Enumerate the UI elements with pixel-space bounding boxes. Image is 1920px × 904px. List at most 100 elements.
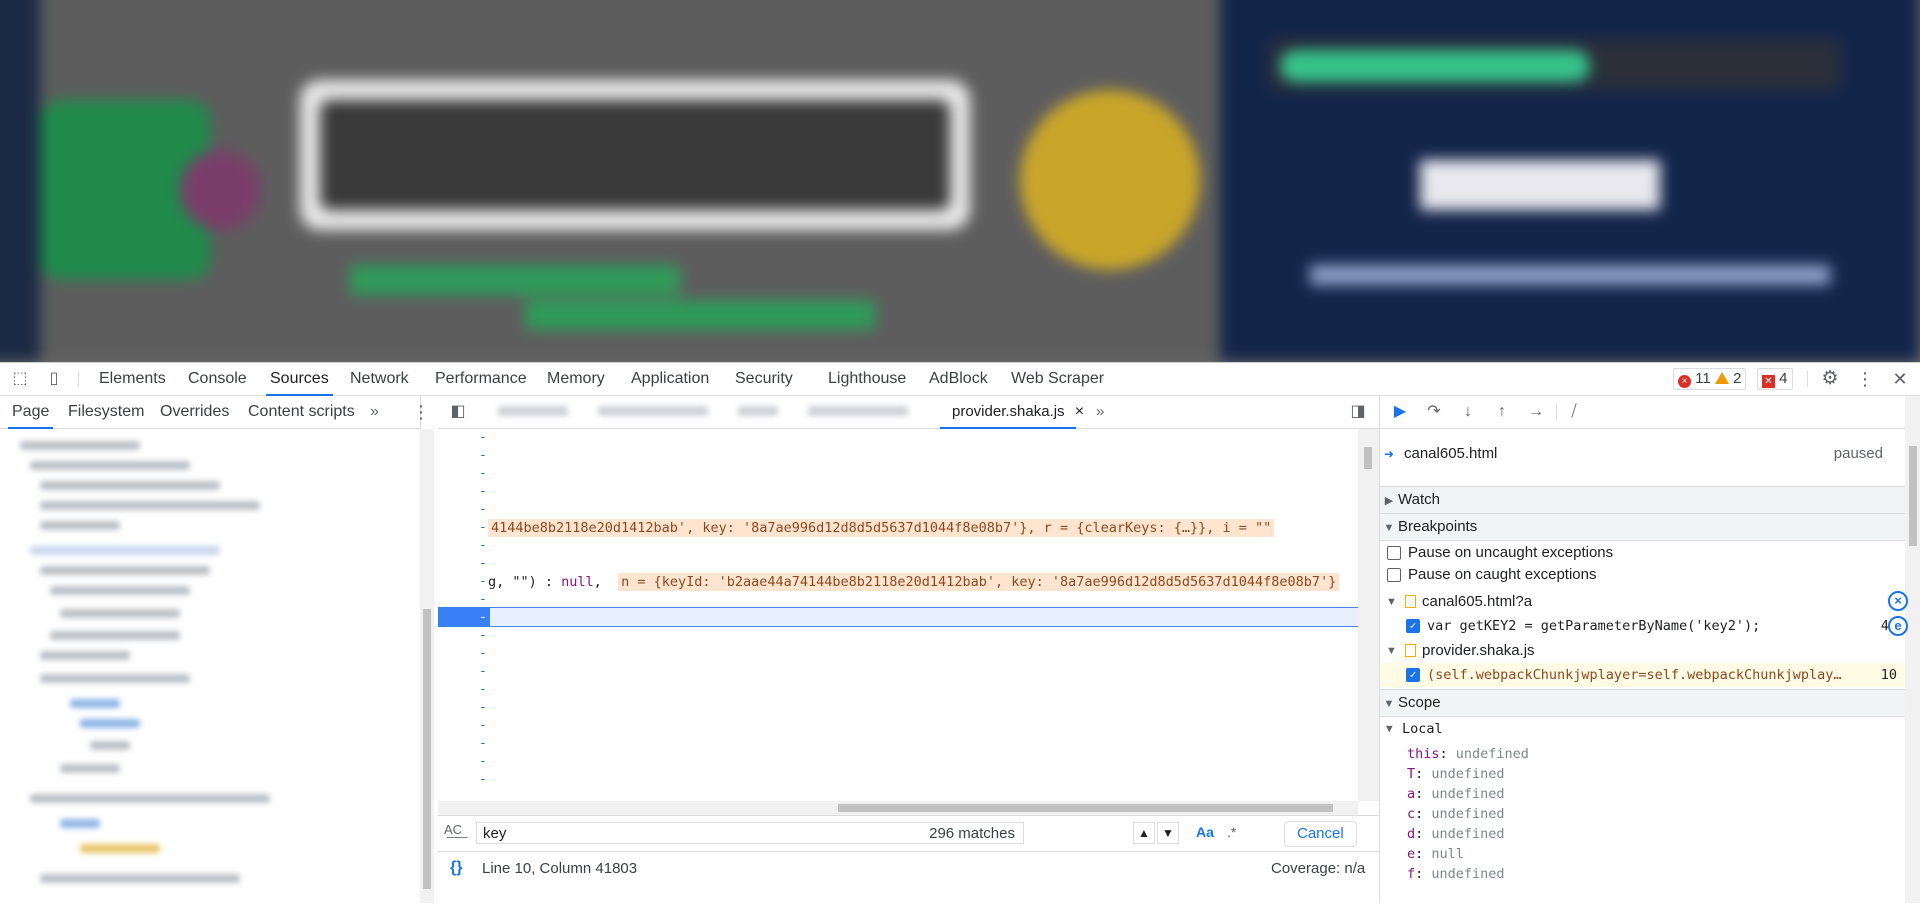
scope-var[interactable]: f: undefined (1407, 864, 1505, 884)
more-options-icon[interactable]: ⋮ (1855, 369, 1875, 389)
pause-uncaught-checkbox[interactable] (1387, 546, 1401, 560)
breakpoint-file: canal605.html?a (1422, 593, 1533, 610)
settings-gear-icon[interactable]: ⚙ (1820, 369, 1840, 389)
code-area[interactable]: - - - - - - - - - - - - - - - - - - - - … (438, 429, 1358, 801)
collapsed-arrow-icon: ▶ (1384, 495, 1394, 507)
error-count: 11 (1695, 370, 1711, 387)
watch-section-header[interactable]: ▶ Watch (1380, 486, 1905, 514)
close-tab-icon[interactable]: × (1075, 403, 1084, 420)
editor-tab-provider-shaka[interactable]: provider.shaka.js × (952, 396, 1084, 428)
pause-caught-option[interactable]: Pause on caught exceptions (1380, 563, 1905, 587)
match-case-button[interactable]: Aa (1196, 824, 1214, 840)
editor-tabs: ◧ provider.shaka.js × » ◨ (438, 396, 1379, 429)
tab-sources[interactable]: Sources (266, 363, 333, 396)
tab-application[interactable]: Application (631, 363, 709, 395)
expanded-arrow-icon: ▼ (1383, 522, 1395, 534)
more-editor-tabs-icon[interactable]: » (1096, 396, 1104, 428)
scope-var[interactable]: this: undefined (1407, 744, 1529, 764)
file-icon (1405, 595, 1416, 608)
nav-tab-page[interactable]: Page (7, 396, 54, 429)
next-match-button[interactable]: ▼ (1157, 822, 1179, 844)
code-line-b-prefix: g, "") : (488, 574, 562, 590)
device-toolbar-icon[interactable]: ▯ (44, 369, 64, 389)
breakpoint-checkbox[interactable]: ✓ (1406, 668, 1420, 682)
tab-console[interactable]: Console (188, 363, 247, 395)
scope-section-header[interactable]: ▼ Scope (1380, 689, 1905, 717)
pause-uncaught-option[interactable]: Pause on uncaught exceptions (1380, 541, 1905, 565)
navigator-tabs: Page Filesystem Overrides Content script… (0, 396, 430, 429)
breakpoint-group-canal605[interactable]: ▼ canal605.html?a (1380, 590, 1905, 614)
blurred-editor-tabs (488, 406, 908, 418)
scope-var[interactable]: e: null (1407, 844, 1464, 864)
navigator-scrollbar[interactable] (420, 429, 434, 903)
editor-vertical-scrollbar[interactable] (1358, 429, 1379, 801)
expanded-arrow-icon: ▼ (1386, 645, 1397, 657)
step-over-icon[interactable]: ↷ (1423, 402, 1445, 422)
debugger-scrollbar[interactable] (1905, 396, 1920, 903)
devtools-panel: ⬚ ▯ Elements Console Sources Network Per… (0, 362, 1920, 903)
breakpoints-section-header[interactable]: ▼ Breakpoints (1380, 513, 1905, 541)
inspected-page-preview (0, 0, 1920, 362)
editor-tab-label: provider.shaka.js (952, 403, 1065, 420)
step-out-icon[interactable]: ↑ (1491, 402, 1513, 422)
breakpoint-entry[interactable]: ✓ var getKEY2 = getParameterByName('key2… (1380, 614, 1905, 638)
breakpoint-code: (self.webpackChunkjwplayer=self.webpackC… (1427, 667, 1842, 683)
tab-lighthouse[interactable]: Lighthouse (828, 363, 906, 395)
error-icon: × (1678, 375, 1691, 388)
regex-button[interactable]: .* (1227, 824, 1236, 840)
breakpoint-checkbox[interactable]: ✓ (1406, 619, 1420, 633)
pretty-print-button[interactable]: {} (450, 859, 462, 877)
current-frame-icon: ➜ (1384, 447, 1395, 461)
resume-button[interactable]: ▶ (1389, 402, 1411, 422)
call-stack-frame[interactable]: ➜ canal605.html paused (1380, 442, 1905, 466)
step-icon[interactable]: → (1525, 402, 1547, 422)
inspect-element-icon[interactable]: ⬚ (10, 369, 30, 389)
issues-counter[interactable]: ✕ 4 (1757, 368, 1793, 390)
search-query: key (483, 825, 507, 842)
previous-match-button[interactable]: ▲ (1133, 822, 1155, 844)
tab-security[interactable]: Security (735, 363, 793, 395)
breakpoint-line: 10 (1880, 667, 1897, 683)
scope-local-header[interactable]: ▼ Local (1380, 717, 1905, 741)
scope-var[interactable]: T: undefined (1407, 764, 1505, 784)
toggle-navigator-icon[interactable]: ◧ (448, 402, 468, 422)
nav-more-tabs-icon[interactable]: » (370, 396, 379, 428)
toggle-debugger-icon[interactable]: ◨ (1348, 402, 1368, 422)
tab-performance[interactable]: Performance (435, 363, 527, 395)
nav-tab-overrides[interactable]: Overrides (160, 396, 229, 428)
replace-toggle-icon[interactable]: A͟C͟ (444, 822, 462, 837)
pause-caught-checkbox[interactable] (1387, 568, 1401, 582)
search-match-count: 296 matches (929, 825, 1015, 842)
step-into-icon[interactable]: ↓ (1457, 402, 1479, 422)
nav-tab-content-scripts[interactable]: Content scripts (248, 396, 355, 428)
inline-value-n: n = {keyId: 'b2aae44a74144be8b2118e20d14… (618, 573, 1340, 591)
extension-close-icon[interactable]: × (1888, 591, 1908, 611)
editor-horizontal-scrollbar[interactable] (438, 801, 1358, 815)
tab-memory[interactable]: Memory (547, 363, 605, 395)
file-tree-blurred (0, 429, 405, 903)
code-editor: ◧ provider.shaka.js × » ◨ - - - - - - - … (438, 396, 1380, 903)
extension-e-icon[interactable]: e (1888, 616, 1908, 636)
deactivate-breakpoints-icon[interactable]: ⧸ (1563, 402, 1585, 422)
breakpoint-code: var getKEY2 = getParameterByName('key2')… (1427, 618, 1761, 634)
nav-tab-filesystem[interactable]: Filesystem (68, 396, 144, 428)
breakpoint-group-provider[interactable]: ▼ provider.shaka.js (1380, 639, 1905, 663)
scope-var[interactable]: a: undefined (1407, 784, 1505, 804)
scope-var[interactable]: c: undefined (1407, 804, 1505, 824)
breakpoint-entry-hit[interactable]: ✓ (self.webpackChunkjwplayer=self.webpac… (1380, 663, 1905, 687)
close-devtools-icon[interactable]: ✕ (1890, 369, 1910, 389)
line-gutter: - - - - - - - - - - - - - - - - - - - (479, 430, 487, 787)
tab-elements[interactable]: Elements (99, 363, 166, 395)
cancel-search-button[interactable]: Cancel (1284, 821, 1357, 847)
debugger-toolbar: ▶ ↷ ↓ ↑ → ⧸ (1380, 396, 1905, 429)
tab-network[interactable]: Network (350, 363, 409, 395)
code-line-b: g, "") : null, n = {keyId: 'b2aae44a7414… (488, 573, 1340, 591)
search-input[interactable]: key 296 matches (476, 822, 1024, 844)
tab-web-scraper[interactable]: Web Scraper (1011, 363, 1104, 395)
nav-menu-icon[interactable]: ⋮ (412, 396, 430, 428)
scope-var[interactable]: d: undefined (1407, 824, 1505, 844)
tab-adblock[interactable]: AdBlock (929, 363, 988, 395)
error-warning-counter[interactable]: × 11 2 (1673, 368, 1747, 390)
cursor-position: Line 10, Column 41803 (482, 860, 638, 877)
warning-count: 2 (1733, 370, 1742, 387)
